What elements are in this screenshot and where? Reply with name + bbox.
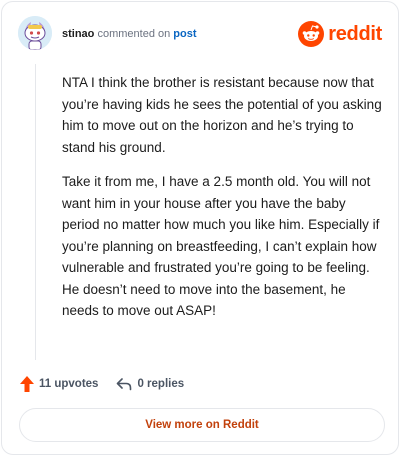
comment-paragraph: NTA I think the brother is resistant bec… (62, 75, 382, 155)
upvote-arrow-icon (20, 376, 34, 392)
comment-body: NTA I think the brother is resistant bec… (62, 72, 386, 335)
post-link[interactable]: post (173, 28, 196, 40)
upvote-button[interactable]: 11 upvotes (20, 376, 98, 392)
reply-arrow-icon (117, 378, 132, 391)
comment-actions: 11 upvotes 0 replies (20, 374, 202, 394)
reddit-logo-icon (298, 21, 325, 47)
reddit-wordmark: reddit (328, 22, 382, 45)
reddit-comment-card: stinao commented on post reddit NTA I th… (1, 1, 399, 455)
reply-count: 0 replies (137, 378, 185, 390)
comment-meta: stinao commented on post (62, 28, 197, 41)
username-link[interactable]: stinao (62, 28, 94, 40)
view-more-on-reddit-button[interactable]: View more on Reddit (19, 408, 385, 442)
upvote-count: 11 upvotes (39, 378, 99, 390)
commented-on-text: commented on (97, 28, 171, 40)
comment-header: stinao commented on post reddit (18, 14, 382, 54)
comment-paragraph: Take it from me, I have a 2.5 month old.… (62, 174, 380, 318)
reddit-logo[interactable]: reddit (298, 20, 382, 48)
thread-line (35, 64, 36, 360)
snoo-avatar-icon[interactable] (18, 16, 52, 50)
reply-button[interactable]: 0 replies (116, 377, 184, 391)
